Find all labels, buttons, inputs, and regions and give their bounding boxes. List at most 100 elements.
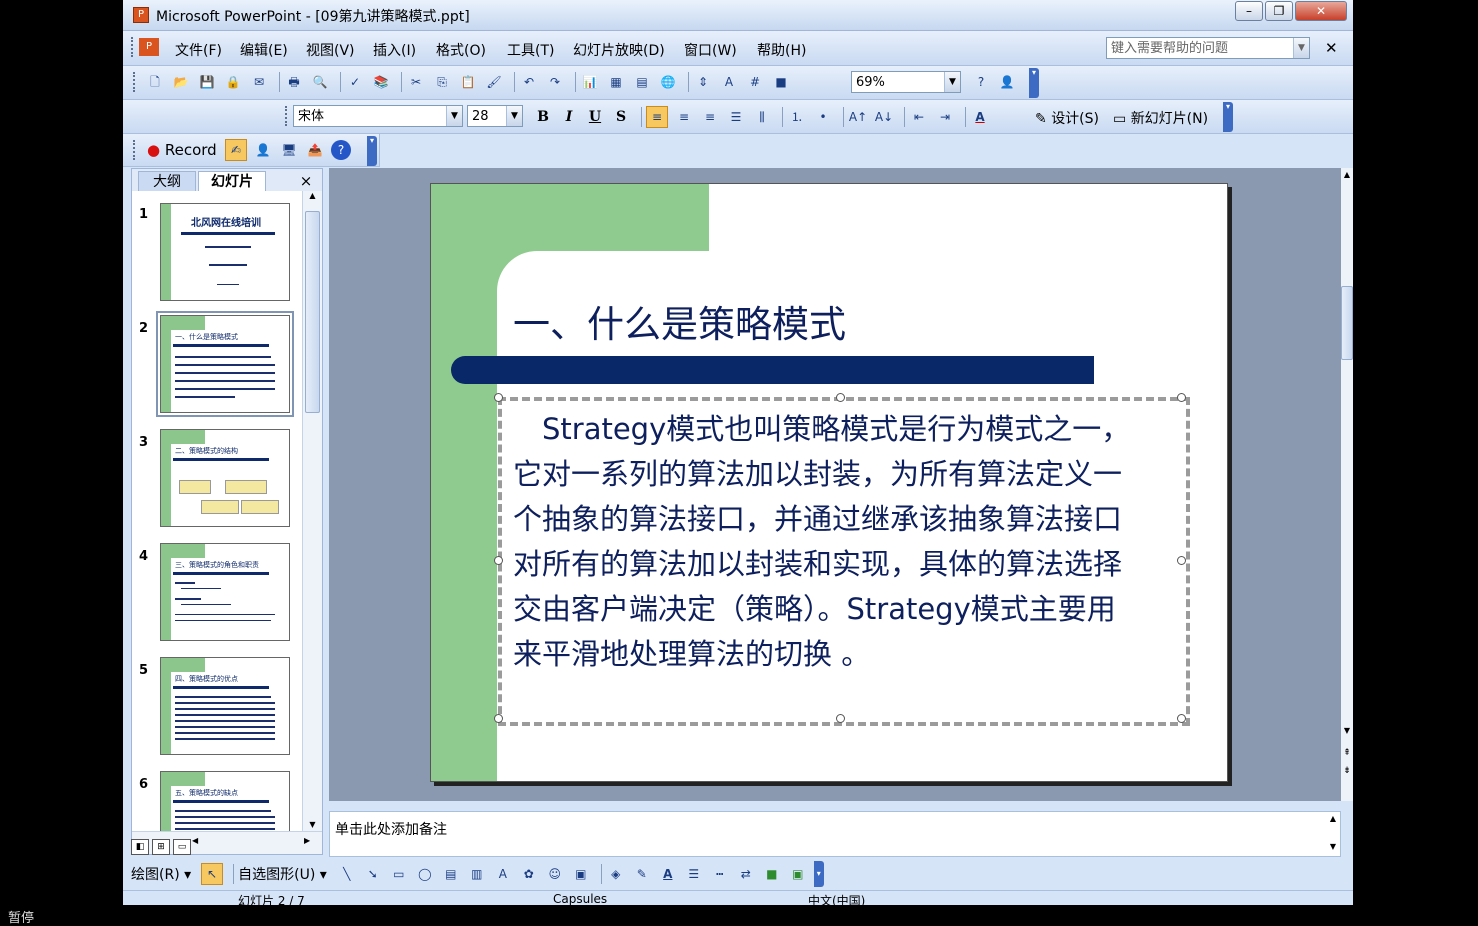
align-left-icon[interactable]: ≡	[646, 106, 668, 128]
vertical-textbox-icon[interactable]: ▥	[467, 864, 487, 884]
slide-thumbnail-selected[interactable]: 一、什么是策略模式	[156, 311, 294, 417]
toolbar-options-icon[interactable]: ▾	[367, 136, 377, 166]
office-assistant-icon[interactable]: 👤	[997, 72, 1017, 92]
scroll-down-icon[interactable]: ▼	[1341, 726, 1353, 735]
research-icon[interactable]: 📚	[371, 72, 391, 92]
menu-file[interactable]: 文件(F)	[175, 40, 222, 60]
line-color-icon[interactable]: ✎	[632, 864, 652, 884]
format-painter-icon[interactable]: 🖌	[484, 72, 504, 92]
rectangle-icon[interactable]: ▭	[389, 864, 409, 884]
bullets-icon[interactable]: •	[813, 107, 833, 127]
autoshapes-menu[interactable]: 自选图形(U) ▾	[238, 864, 327, 884]
clipart-icon[interactable]: ☺	[545, 864, 565, 884]
minimize-icon[interactable]: –	[1235, 1, 1263, 21]
help-icon[interactable]: ?	[331, 140, 351, 160]
slide-thumbnail[interactable]: 北风网在线培训	[160, 203, 290, 301]
resize-handle[interactable]	[494, 393, 503, 402]
menu-edit[interactable]: 编辑(E)	[240, 40, 288, 60]
scroll-up-icon[interactable]: ▲	[1330, 814, 1336, 823]
distribute-icon[interactable]: ⫼	[752, 107, 772, 127]
expand-all-icon[interactable]: ⇕	[693, 72, 713, 92]
design-button[interactable]: ✎ 设计(S)	[1035, 108, 1099, 128]
chart-icon[interactable]: 📊	[580, 72, 600, 92]
print-icon[interactable]: 🖶	[284, 72, 304, 92]
slide-thumbnail[interactable]: 二、策略模式的结构	[160, 429, 290, 527]
normal-view-icon[interactable]: ◧	[131, 839, 149, 855]
resize-handle[interactable]	[836, 393, 845, 402]
resize-handle[interactable]	[1177, 393, 1186, 402]
table-icon[interactable]: ▦	[606, 72, 626, 92]
oval-icon[interactable]: ◯	[415, 864, 435, 884]
slide-thumbnail[interactable]: 五、策略模式的缺点	[160, 771, 290, 831]
grid-icon[interactable]: #	[745, 72, 765, 92]
diagram-icon[interactable]: ✿	[519, 864, 539, 884]
slide-thumbnail[interactable]: 四、策略模式的优点	[160, 657, 290, 755]
shadow-button[interactable]: S	[611, 107, 631, 127]
scroll-down-icon[interactable]: ▼	[1330, 842, 1336, 851]
chevron-down-icon[interactable]: ▼	[446, 106, 462, 126]
document-icon[interactable]: P	[139, 38, 159, 56]
line-style-icon[interactable]: ☰	[684, 864, 704, 884]
fill-color-icon[interactable]: ◈	[606, 864, 626, 884]
dash-style-icon[interactable]: ┅	[710, 864, 730, 884]
close-pane-icon[interactable]: ×	[296, 171, 316, 191]
thumbnails-scrollbar[interactable]: ▲ ▼	[302, 191, 322, 831]
bold-button[interactable]: B	[533, 107, 553, 127]
toolbar-options-icon[interactable]: ▾	[1029, 68, 1039, 98]
menu-window[interactable]: 窗口(W)	[684, 40, 737, 60]
font-color-icon[interactable]: A	[970, 107, 990, 127]
print-preview-icon[interactable]: 🔍	[310, 72, 330, 92]
decrease-indent-icon[interactable]: ⇤	[909, 107, 929, 127]
line-icon[interactable]: ╲	[337, 864, 357, 884]
wordart-icon[interactable]: A	[493, 864, 513, 884]
3d-style-icon[interactable]: ▣	[788, 864, 808, 884]
save-icon[interactable]: 💾	[197, 72, 217, 92]
draw-menu[interactable]: 绘图(R) ▾	[131, 864, 191, 884]
chevron-down-icon[interactable]: ▼	[506, 106, 522, 126]
scroll-down-icon[interactable]: ▼	[303, 820, 322, 829]
show-formatting-icon[interactable]: A	[719, 72, 739, 92]
font-color-icon[interactable]: A	[658, 864, 678, 884]
screen-icon[interactable]: 🖥	[279, 140, 299, 160]
font-size-select[interactable]: 28 ▼	[467, 105, 523, 127]
slide-title[interactable]: 一、什么是策略模式	[513, 294, 846, 348]
slide-thumbnail[interactable]: 三、策略模式的角色和职责	[160, 543, 290, 641]
scroll-up-icon[interactable]: ▲	[1341, 170, 1353, 179]
resize-handle[interactable]	[1177, 714, 1186, 723]
scroll-thumb[interactable]	[1341, 286, 1353, 360]
slideshow-view-icon[interactable]: ▭	[173, 839, 191, 855]
toolbar-grip[interactable]	[285, 106, 290, 126]
resize-handle[interactable]	[836, 714, 845, 723]
previous-slide-icon[interactable]: ⇞	[1341, 748, 1353, 758]
menu-format[interactable]: 格式(O)	[436, 40, 486, 60]
new-slide-button[interactable]: ▭ 新幻灯片(N)	[1113, 108, 1208, 128]
toolbar-grip[interactable]	[133, 140, 138, 160]
permission-icon[interactable]: 🔒	[223, 72, 243, 92]
font-select[interactable]: 宋体 ▼	[293, 105, 463, 127]
redo-icon[interactable]: ↷	[545, 72, 565, 92]
resize-handle[interactable]	[494, 556, 503, 565]
tab-slides[interactable]: 幻灯片	[198, 171, 266, 192]
record-button[interactable]: ● Record	[147, 141, 217, 159]
powerpoint-app-icon[interactable]: P	[133, 7, 149, 23]
close-icon[interactable]: ✕	[1295, 1, 1347, 21]
select-pointer-icon[interactable]: ↖	[201, 863, 224, 885]
help-search-input[interactable]: 键入需要帮助的问题 ▼	[1106, 37, 1310, 59]
toolbar-grip[interactable]	[133, 72, 138, 92]
scroll-thumb[interactable]	[305, 211, 320, 413]
increase-font-icon[interactable]: A↑	[848, 107, 868, 127]
arrow-style-icon[interactable]: ⇄	[736, 864, 756, 884]
numbering-icon[interactable]: ⒈	[787, 107, 807, 127]
restore-icon[interactable]: ❐	[1265, 1, 1293, 21]
open-icon[interactable]: 📂	[171, 72, 191, 92]
menu-help[interactable]: 帮助(H)	[757, 40, 806, 60]
spelling-icon[interactable]: ✓	[345, 72, 365, 92]
increase-indent-icon[interactable]: ⇥	[935, 107, 955, 127]
color-grayscale-icon[interactable]: ■	[771, 72, 791, 92]
menu-slideshow[interactable]: 幻灯片放映(D)	[573, 40, 665, 60]
chevron-down-icon[interactable]: ▼	[1293, 38, 1309, 58]
tables-borders-icon[interactable]: ▤	[632, 72, 652, 92]
paste-icon[interactable]: 📋	[458, 72, 478, 92]
hyperlink-icon[interactable]: 🌐	[658, 72, 678, 92]
help-icon[interactable]: ?	[971, 72, 991, 92]
